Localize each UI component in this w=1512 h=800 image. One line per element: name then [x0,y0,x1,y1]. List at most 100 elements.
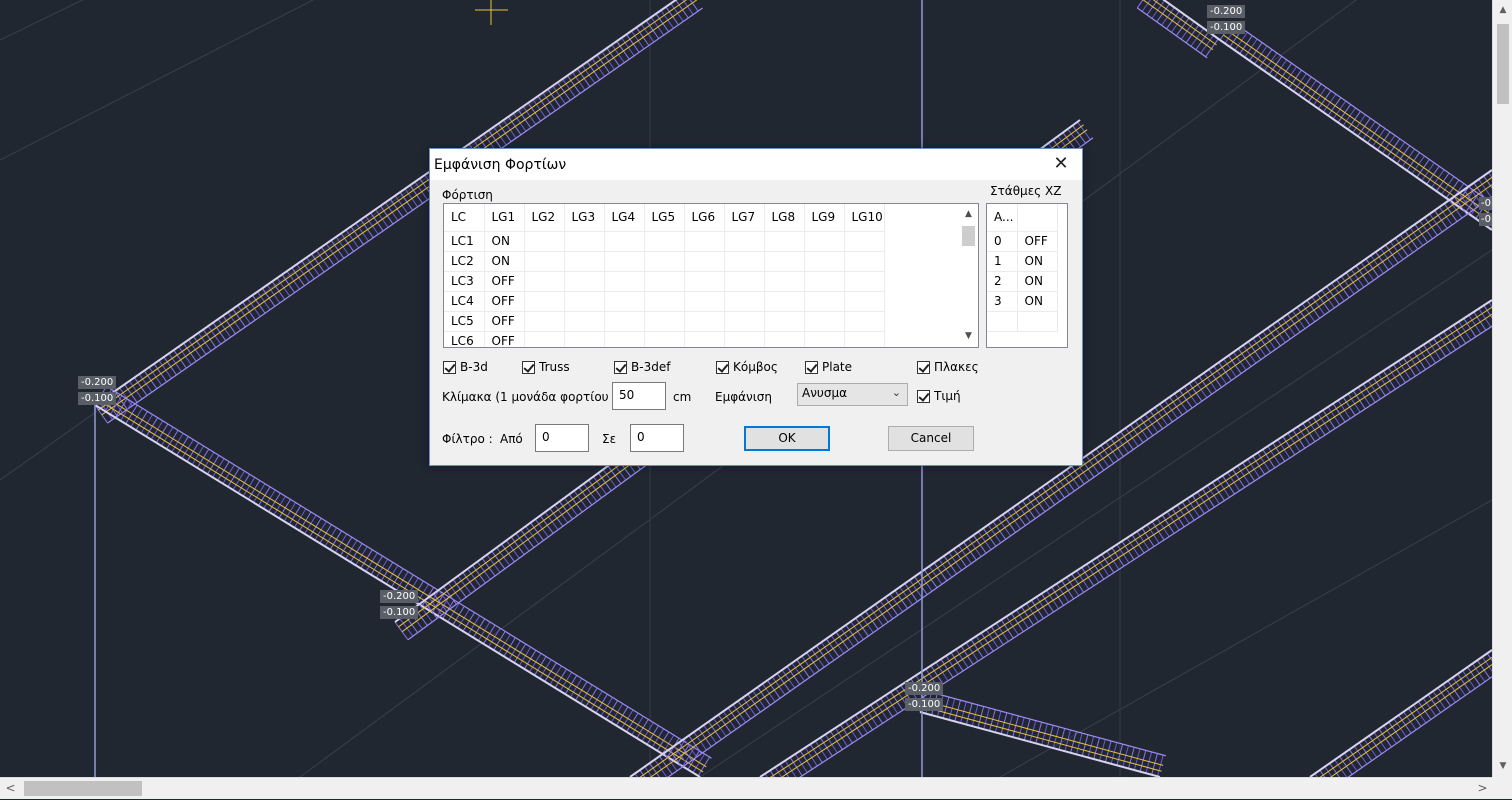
table-cell[interactable] [844,311,885,332]
table-cell[interactable] [804,271,845,292]
value-checkbox[interactable]: Τιμή [917,389,961,403]
table-row[interactable]: 2 ON [987,271,1058,292]
table-cell[interactable]: 3 [987,291,1018,312]
table-cell[interactable] [684,291,725,312]
table-row[interactable] [987,311,1058,332]
table-cell[interactable] [684,311,725,332]
table-cell[interactable] [644,231,685,252]
table-row[interactable]: LC3 OFF [444,271,885,292]
table-cell[interactable] [844,231,885,252]
loadcase-grid-scroll-thumb[interactable] [962,226,975,246]
chevron-up-icon[interactable]: ▲ [959,206,978,223]
slabs-checkbox-box[interactable] [917,360,930,374]
ok-button[interactable]: OK [744,426,830,451]
table-cell[interactable] [564,271,605,292]
table-cell[interactable] [804,251,845,272]
table-cell[interactable] [604,251,645,272]
b3d-checkbox[interactable]: B-3d [443,360,488,374]
table-cell[interactable] [804,231,845,252]
table-cell[interactable] [644,251,685,272]
table-cell[interactable] [724,331,765,347]
table-cell[interactable]: ON [484,231,525,252]
scroll-left-icon[interactable]: < [2,778,19,800]
table-cell[interactable] [724,311,765,332]
table-cell[interactable] [644,311,685,332]
table-cell[interactable] [724,231,765,252]
table-cell[interactable] [644,291,685,312]
table-row[interactable]: LC1 ON [444,231,885,252]
table-cell[interactable] [764,311,805,332]
filter-from-input[interactable]: 0 [535,424,589,452]
table-cell[interactable]: LC1 [444,231,485,252]
close-icon[interactable]: ✕ [1050,153,1072,175]
table-cell[interactable] [1017,311,1058,332]
table-cell[interactable] [724,271,765,292]
vertical-scrollbar[interactable]: ▲ ▼ [1492,0,1512,777]
table-row[interactable]: LC5 OFF [444,311,885,332]
scale-input[interactable]: 50 [612,382,666,410]
table-cell[interactable] [844,291,885,312]
table-row[interactable]: LC4 OFF [444,291,885,312]
truss-checkbox-box[interactable] [522,360,535,374]
table-cell[interactable]: LC6 [444,331,485,347]
table-cell[interactable]: 2 [987,271,1018,292]
table-cell[interactable]: LC3 [444,271,485,292]
node-checkbox-box[interactable] [716,360,729,374]
table-cell[interactable] [684,231,725,252]
horizontal-scroll-thumb[interactable] [24,781,142,796]
table-cell[interactable]: LC5 [444,311,485,332]
table-cell[interactable]: ON [1017,271,1058,292]
value-checkbox-box[interactable] [917,389,930,403]
table-cell[interactable] [564,231,605,252]
table-cell[interactable]: OFF [484,291,525,312]
table-row[interactable]: 0 OFF [987,231,1058,252]
table-cell[interactable] [844,331,885,347]
table-cell[interactable] [524,251,565,272]
table-cell[interactable] [564,291,605,312]
table-cell[interactable] [764,331,805,347]
table-cell[interactable] [564,251,605,272]
scroll-up-icon[interactable]: ▲ [1493,2,1512,19]
table-cell[interactable] [684,331,725,347]
table-cell[interactable] [724,291,765,312]
table-cell[interactable]: OFF [484,311,525,332]
table-cell[interactable] [604,271,645,292]
dialog-titlebar[interactable]: Εμφάνιση Φορτίων ✕ [430,149,1082,180]
vertical-scroll-thumb[interactable] [1497,24,1509,104]
table-cell[interactable] [764,271,805,292]
b3def-checkbox-box[interactable] [614,360,627,374]
cancel-button[interactable]: Cancel [888,426,974,451]
table-cell[interactable] [844,251,885,272]
scroll-right-icon[interactable]: > [1474,778,1491,800]
table-cell[interactable] [524,271,565,292]
table-cell[interactable] [524,311,565,332]
table-cell[interactable] [564,311,605,332]
node-checkbox[interactable]: Κόμβος [716,360,778,374]
table-cell[interactable] [724,251,765,272]
table-cell[interactable] [844,271,885,292]
table-row[interactable]: LC6 OFF [444,331,885,347]
table-cell[interactable]: ON [1017,291,1058,312]
b3def-checkbox[interactable]: B-3def [614,360,670,374]
table-cell[interactable] [804,311,845,332]
chevron-down-icon[interactable]: ▼ [959,328,978,345]
table-cell[interactable] [564,331,605,347]
table-cell[interactable] [764,251,805,272]
table-cell[interactable] [524,231,565,252]
display-select[interactable]: Ανυσμα ⌄ [797,383,908,406]
filter-to-input[interactable]: 0 [630,424,684,452]
levels-grid[interactable]: A... 0 OFF 1 ON 2 ON 3 ON [986,203,1068,348]
scroll-down-icon[interactable]: ▼ [1493,758,1512,775]
truss-checkbox[interactable]: Truss [522,360,570,374]
table-cell[interactable] [804,291,845,312]
loadcase-grid[interactable]: LC LG1 LG2 LG3 LG4 LG5 LG6 LG7 LG8 LG9 LG10 LC1 ON LC… [443,203,979,348]
table-cell[interactable] [644,271,685,292]
table-cell[interactable]: 1 [987,251,1018,272]
plate-checkbox[interactable]: Plate [805,360,852,374]
table-cell[interactable] [604,331,645,347]
table-cell[interactable]: ON [1017,251,1058,272]
table-cell[interactable] [604,291,645,312]
table-cell[interactable] [804,331,845,347]
table-row[interactable]: 1 ON [987,251,1058,272]
table-cell[interactable]: LC2 [444,251,485,272]
